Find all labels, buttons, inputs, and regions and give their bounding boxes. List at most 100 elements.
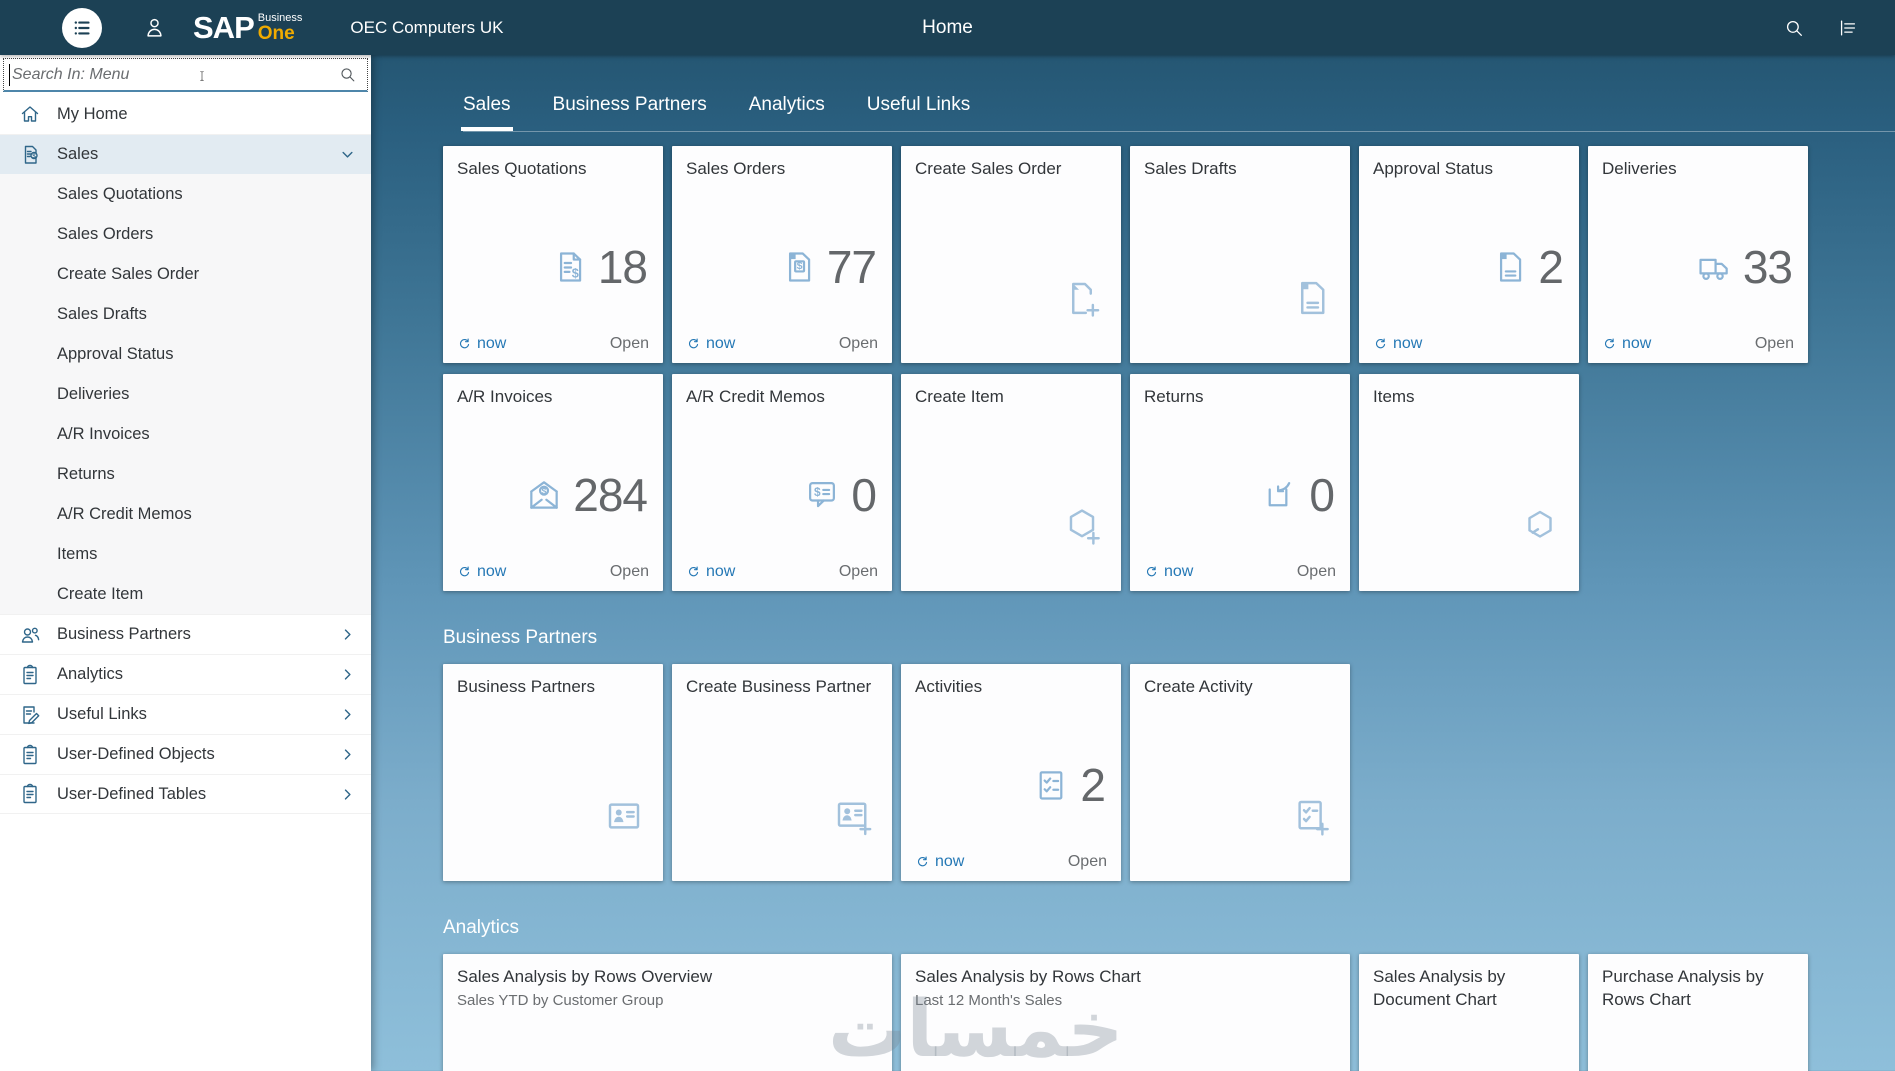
tile-open-link[interactable]: Open [1297, 563, 1336, 581]
text-cursor [196, 64, 208, 88]
logo-sap-text: SAP [193, 12, 254, 43]
sidebar-item-label: A/R Invoices [57, 425, 150, 444]
tile-activities[interactable]: Activities 2 now Open [901, 664, 1121, 881]
global-search-button[interactable] [1783, 17, 1805, 39]
refresh-icon [915, 855, 930, 870]
sidebar-item-my-home[interactable]: My Home [0, 94, 371, 134]
tab-business-partners[interactable]: Business Partners [553, 94, 707, 131]
sidebar-item-label: Returns [57, 465, 115, 484]
clipboard-icon [18, 743, 42, 767]
menu-search-input[interactable] [4, 66, 338, 84]
tile-items[interactable]: Items [1359, 374, 1579, 591]
tile-title: Activities [915, 676, 1107, 699]
sidebar-item-approval-status[interactable]: Approval Status [0, 334, 371, 374]
tile-kpi: 0 [1261, 468, 1334, 522]
sidebar-item-create-sales-order[interactable]: Create Sales Order [0, 254, 371, 294]
tile-refresh-button[interactable]: now [457, 335, 506, 353]
home-group-tabs: Sales Business Partners Analytics Useful Li… [463, 55, 1895, 132]
sidebar-item-useful-links[interactable]: Useful Links [0, 694, 371, 734]
main-content: Sales Business Partners Analytics Useful Li… [371, 55, 1895, 1071]
tile-footer: now Open [915, 853, 1107, 871]
bubble-dollar-icon: $ [803, 476, 841, 514]
tile-open-link[interactable]: Open [839, 335, 878, 353]
sidebar-item-a-r-credit-memos[interactable]: A/R Credit Memos [0, 494, 371, 534]
sidebar-item-label: Useful Links [57, 705, 147, 724]
tile-returns[interactable]: Returns 0 now Open [1130, 374, 1350, 591]
sidebar-item-user-defined-objects[interactable]: User-Defined Objects [0, 734, 371, 774]
tile-refresh-button[interactable]: now [915, 853, 964, 871]
tile-refresh-button[interactable]: now [1602, 335, 1651, 353]
sidebar-item-analytics[interactable]: Analytics [0, 654, 371, 694]
sidebar-item-sales-drafts[interactable]: Sales Drafts [0, 294, 371, 334]
tile-a-r-credit-memos[interactable]: A/R Credit Memos$0nowOpen [672, 374, 892, 591]
sidebar-item-label: Business Partners [57, 625, 191, 644]
tile-purchase-analysis-by-rows-chart[interactable]: Purchase Analysis by Rows Chart [1588, 954, 1808, 1071]
search-icon [338, 65, 357, 84]
tile-sales-orders[interactable]: Sales Orders$77nowOpen [672, 146, 892, 363]
sidebar: My Home$Sales Sales Quotations Sales Order… [0, 55, 371, 1071]
sidebar-item-label: Sales Quotations [57, 185, 183, 204]
tile-a-r-invoices[interactable]: A/R Invoices$284nowOpen [443, 374, 663, 591]
sidebar-item-label: Analytics [57, 665, 123, 684]
tile-open-link[interactable]: Open [610, 335, 649, 353]
doc-two-lines-icon [1490, 248, 1528, 286]
tile-create-activity[interactable]: Create Activity [1130, 664, 1350, 881]
tile-refresh-button[interactable]: now [686, 335, 735, 353]
tile-business-partners[interactable]: Business Partners [443, 664, 663, 881]
tile-sales-analysis-by-rows-overview[interactable]: Sales Analysis by Rows OverviewSales YTD… [443, 954, 892, 1071]
section-title-business-partners: Business Partners [443, 627, 1895, 649]
user-button[interactable] [142, 15, 167, 40]
sidebar-item-user-defined-tables[interactable]: User-Defined Tables [0, 774, 371, 814]
sidebar-item-deliveries[interactable]: Deliveries [0, 374, 371, 414]
tile-title: Sales Drafts [1144, 158, 1336, 181]
sidebar-item-label: Approval Status [57, 345, 173, 364]
tab-analytics[interactable]: Analytics [749, 94, 825, 131]
section-title-analytics: Analytics [443, 917, 1895, 939]
sidebar-item-returns[interactable]: Returns [0, 454, 371, 494]
text-caret [9, 64, 10, 86]
tile-open-link[interactable]: Open [1068, 853, 1107, 871]
tile-title: Deliveries [1602, 158, 1794, 181]
sidebar-item-items[interactable]: Items [0, 534, 371, 574]
tile-refresh-button[interactable]: now [457, 563, 506, 581]
tile-open-link[interactable]: Open [839, 563, 878, 581]
tile-kpi: 2 [1032, 758, 1105, 812]
tile-deliveries[interactable]: Deliveries33nowOpen [1588, 146, 1808, 363]
sidebar-item-label: A/R Credit Memos [57, 505, 192, 524]
tile-refresh-button[interactable]: now [1144, 563, 1193, 581]
sidebar-item-sales-orders[interactable]: Sales Orders [0, 214, 371, 254]
tile-create-item[interactable]: Create Item [901, 374, 1121, 591]
tile-title: Returns [1144, 386, 1336, 409]
tile-open-link[interactable]: Open [610, 563, 649, 581]
sidebar-item-business-partners[interactable]: Business Partners [0, 614, 371, 654]
tile-sales-analysis-by-rows-chart[interactable]: Sales Analysis by Rows ChartLast 12 Mont… [901, 954, 1350, 1071]
sidebar-item-label: Deliveries [57, 385, 129, 404]
tile-open-link[interactable]: Open [1755, 335, 1794, 353]
tab-useful-links[interactable]: Useful Links [867, 94, 971, 131]
tile-approval-status[interactable]: Approval Status2now [1359, 146, 1579, 363]
notifications-list-button[interactable] [1837, 17, 1859, 39]
sidebar-item-label: Create Sales Order [57, 265, 199, 284]
svg-text:$: $ [814, 485, 821, 499]
section-business-partners: Business PartnersBusiness PartnersCreate… [443, 627, 1895, 881]
tile-create-sales-order[interactable]: Create Sales Order [901, 146, 1121, 363]
tile-create-business-partner[interactable]: Create Business Partner [672, 664, 892, 881]
sidebar-item-sales[interactable]: $Sales [0, 134, 371, 174]
sidebar-item-sales-quotations[interactable]: Sales Quotations [0, 174, 371, 214]
tile-refresh-button[interactable]: now [686, 563, 735, 581]
tile-sales-quotations[interactable]: Sales Quotations$18nowOpen [443, 146, 663, 363]
tile-subtitle: Last 12 Month's Sales [915, 992, 1336, 1009]
refresh-icon [457, 565, 472, 580]
sidebar-item-create-item[interactable]: Create Item [0, 574, 371, 614]
tile-refresh-button[interactable]: now [1373, 335, 1422, 353]
menu-toggle-button[interactable] [62, 8, 102, 48]
chevron-right-icon [338, 785, 357, 804]
tile-sales-analysis-by-document-chart[interactable]: Sales Analysis by Document Chart [1359, 954, 1579, 1071]
tile-footer: now Open [1602, 335, 1794, 353]
sap-business-one-logo: SAP Business One [193, 12, 302, 43]
clipboard-icon [18, 782, 42, 806]
sidebar-item-a-r-invoices[interactable]: A/R Invoices [0, 414, 371, 454]
tab-sales[interactable]: Sales [463, 94, 511, 131]
tile-sales-drafts[interactable]: Sales Drafts [1130, 146, 1350, 363]
refresh-icon [1144, 565, 1159, 580]
